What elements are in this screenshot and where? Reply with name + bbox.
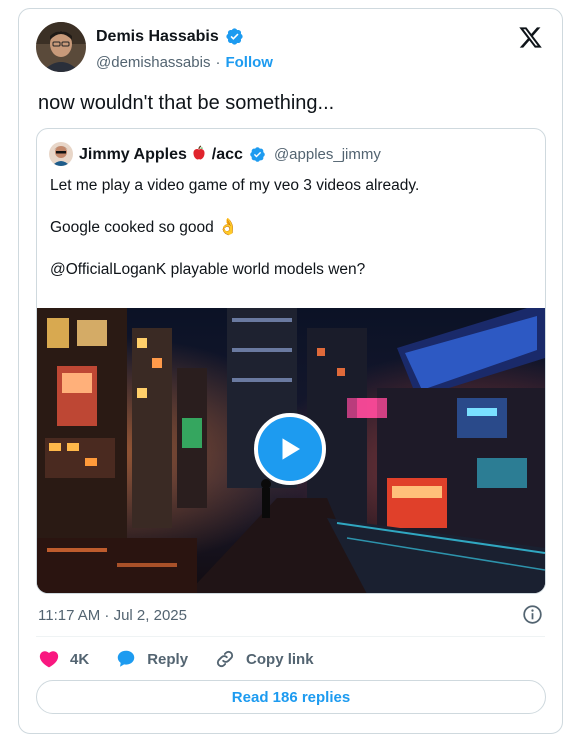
heart-icon <box>39 651 59 668</box>
read-replies-button[interactable]: Read 186 replies <box>36 680 546 714</box>
tweet-text: now wouldn't that be something... <box>38 92 335 114</box>
action-bar: 4K Reply Copy link <box>38 648 340 670</box>
copy-link-button[interactable]: Copy link <box>214 648 314 670</box>
separator-dot: · <box>215 54 221 71</box>
copy-link-label: Copy link <box>246 650 314 668</box>
author-avatar[interactable] <box>36 22 86 72</box>
quoted-tweet-text: Let me play a video game of my veo 3 vid… <box>50 175 419 301</box>
author-name-row: Demis Hassabis <box>96 27 244 46</box>
like-button[interactable]: 4K <box>38 648 89 670</box>
quoted-author-avatar[interactable] <box>49 142 73 166</box>
quoted-author-handle[interactable]: @apples_jimmy <box>274 146 381 163</box>
video-thumbnail[interactable] <box>37 308 545 593</box>
reply-label: Reply <box>147 650 189 668</box>
quoted-line-1: Let me play a video game of my veo 3 vid… <box>50 177 420 194</box>
x-logo-icon[interactable] <box>518 25 543 50</box>
play-button[interactable] <box>254 413 326 485</box>
reply-bubble-icon <box>117 650 135 667</box>
quoted-author-row: Jimmy Apples /acc @apples_jimmy <box>49 142 381 166</box>
author-handle[interactable]: @demishassabis <box>96 54 210 71</box>
author-handle-row: @demishassabis · Follow <box>96 54 273 71</box>
link-icon <box>216 650 234 668</box>
apple-emoji-icon <box>193 144 205 159</box>
quoted-line-3: @OfficialLoganK playable world models we… <box>50 261 366 278</box>
quoted-line-2: Google cooked so good 👌 <box>50 219 238 236</box>
quoted-author-name[interactable]: Jimmy Apples /acc <box>79 144 243 164</box>
quoted-tweet[interactable]: Jimmy Apples /acc @apples_jimmy Let me p… <box>36 128 546 594</box>
follow-button[interactable]: Follow <box>225 54 273 71</box>
tweet-card: Demis Hassabis @demishassabis · Follow n… <box>18 8 563 734</box>
likes-count: 4K <box>70 650 90 668</box>
tweet-timestamp[interactable]: 11:17 AM · Jul 2, 2025 <box>38 607 187 624</box>
reply-button[interactable]: Reply <box>115 648 188 670</box>
verified-badge-icon <box>226 28 243 45</box>
play-icon <box>282 438 300 460</box>
author-name[interactable]: Demis Hassabis <box>96 28 219 46</box>
quoted-verified-badge-icon <box>250 146 265 162</box>
ok-hand-emoji: 👌 <box>218 219 238 236</box>
divider <box>36 636 545 637</box>
info-icon[interactable] <box>522 604 543 625</box>
